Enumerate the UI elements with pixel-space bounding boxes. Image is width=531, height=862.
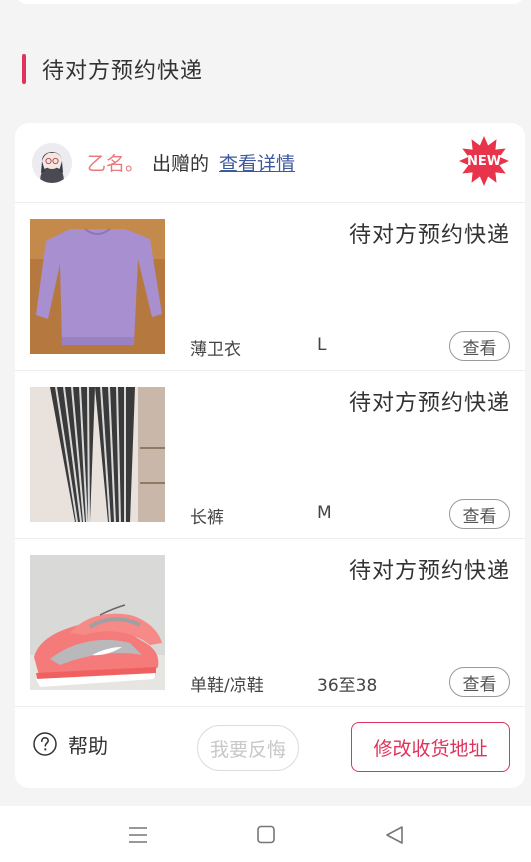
card-footer: 帮助 我要反悔 修改收货地址 xyxy=(15,708,525,788)
help-icon[interactable] xyxy=(33,732,57,756)
item-size: M xyxy=(317,503,332,523)
item-status: 待对方预约快递 xyxy=(348,223,510,248)
item-status: 待对方预约快递 xyxy=(348,391,510,416)
item-status: 待对方预约快递 xyxy=(348,559,510,584)
menu-icon[interactable] xyxy=(126,824,150,846)
striped-pants-image xyxy=(30,387,165,522)
item-name: 薄卫衣 xyxy=(190,340,241,360)
previous-card xyxy=(15,0,525,4)
item-photo[interactable] xyxy=(30,387,165,522)
help-label[interactable]: 帮助 xyxy=(68,730,108,759)
system-nav-bar xyxy=(0,806,531,862)
sneakers-image xyxy=(30,555,165,690)
section-accent-bar xyxy=(22,54,26,84)
item-photo[interactable] xyxy=(30,555,165,690)
regret-button[interactable]: 我要反悔 xyxy=(197,725,299,771)
list-item: 待对方预约快递 单鞋/凉鞋 36至38 查看 xyxy=(15,539,525,707)
item-photo[interactable] xyxy=(30,219,165,354)
new-badge-label: NEW xyxy=(466,153,502,169)
modify-address-button[interactable]: 修改收货地址 xyxy=(351,722,510,772)
donate-label: 出赠的 xyxy=(152,153,210,175)
section-title: 待对方预约快递 xyxy=(42,59,204,84)
back-triangle-icon[interactable] xyxy=(383,824,407,846)
avatar[interactable] xyxy=(32,143,72,183)
item-name: 单鞋/凉鞋 xyxy=(190,676,264,696)
home-square-icon[interactable] xyxy=(254,824,278,846)
list-item: 待对方预约快递 长裤 M 查看 xyxy=(15,371,525,539)
view-button[interactable]: 查看 xyxy=(449,331,510,361)
donor-name[interactable]: 乙名。 xyxy=(87,149,144,176)
view-detail-link[interactable]: 查看详情 xyxy=(219,149,295,176)
item-name: 长裤 xyxy=(190,508,224,528)
item-size: L xyxy=(317,335,327,355)
card-header: 乙名。 出赠的 查看详情 NEW xyxy=(15,123,525,203)
donation-card: 乙名。 出赠的 查看详情 NEW 待对方预约快递 薄卫衣 L 查看 待对方预约快… xyxy=(15,123,525,788)
purple-top-image xyxy=(30,219,165,354)
new-badge: NEW xyxy=(458,135,510,187)
section-header: 待对方预约快递 xyxy=(22,54,203,84)
list-item: 待对方预约快递 薄卫衣 L 查看 xyxy=(15,203,525,371)
view-button[interactable]: 查看 xyxy=(449,667,510,697)
item-size: 36至38 xyxy=(317,676,378,696)
view-button[interactable]: 查看 xyxy=(449,499,510,529)
